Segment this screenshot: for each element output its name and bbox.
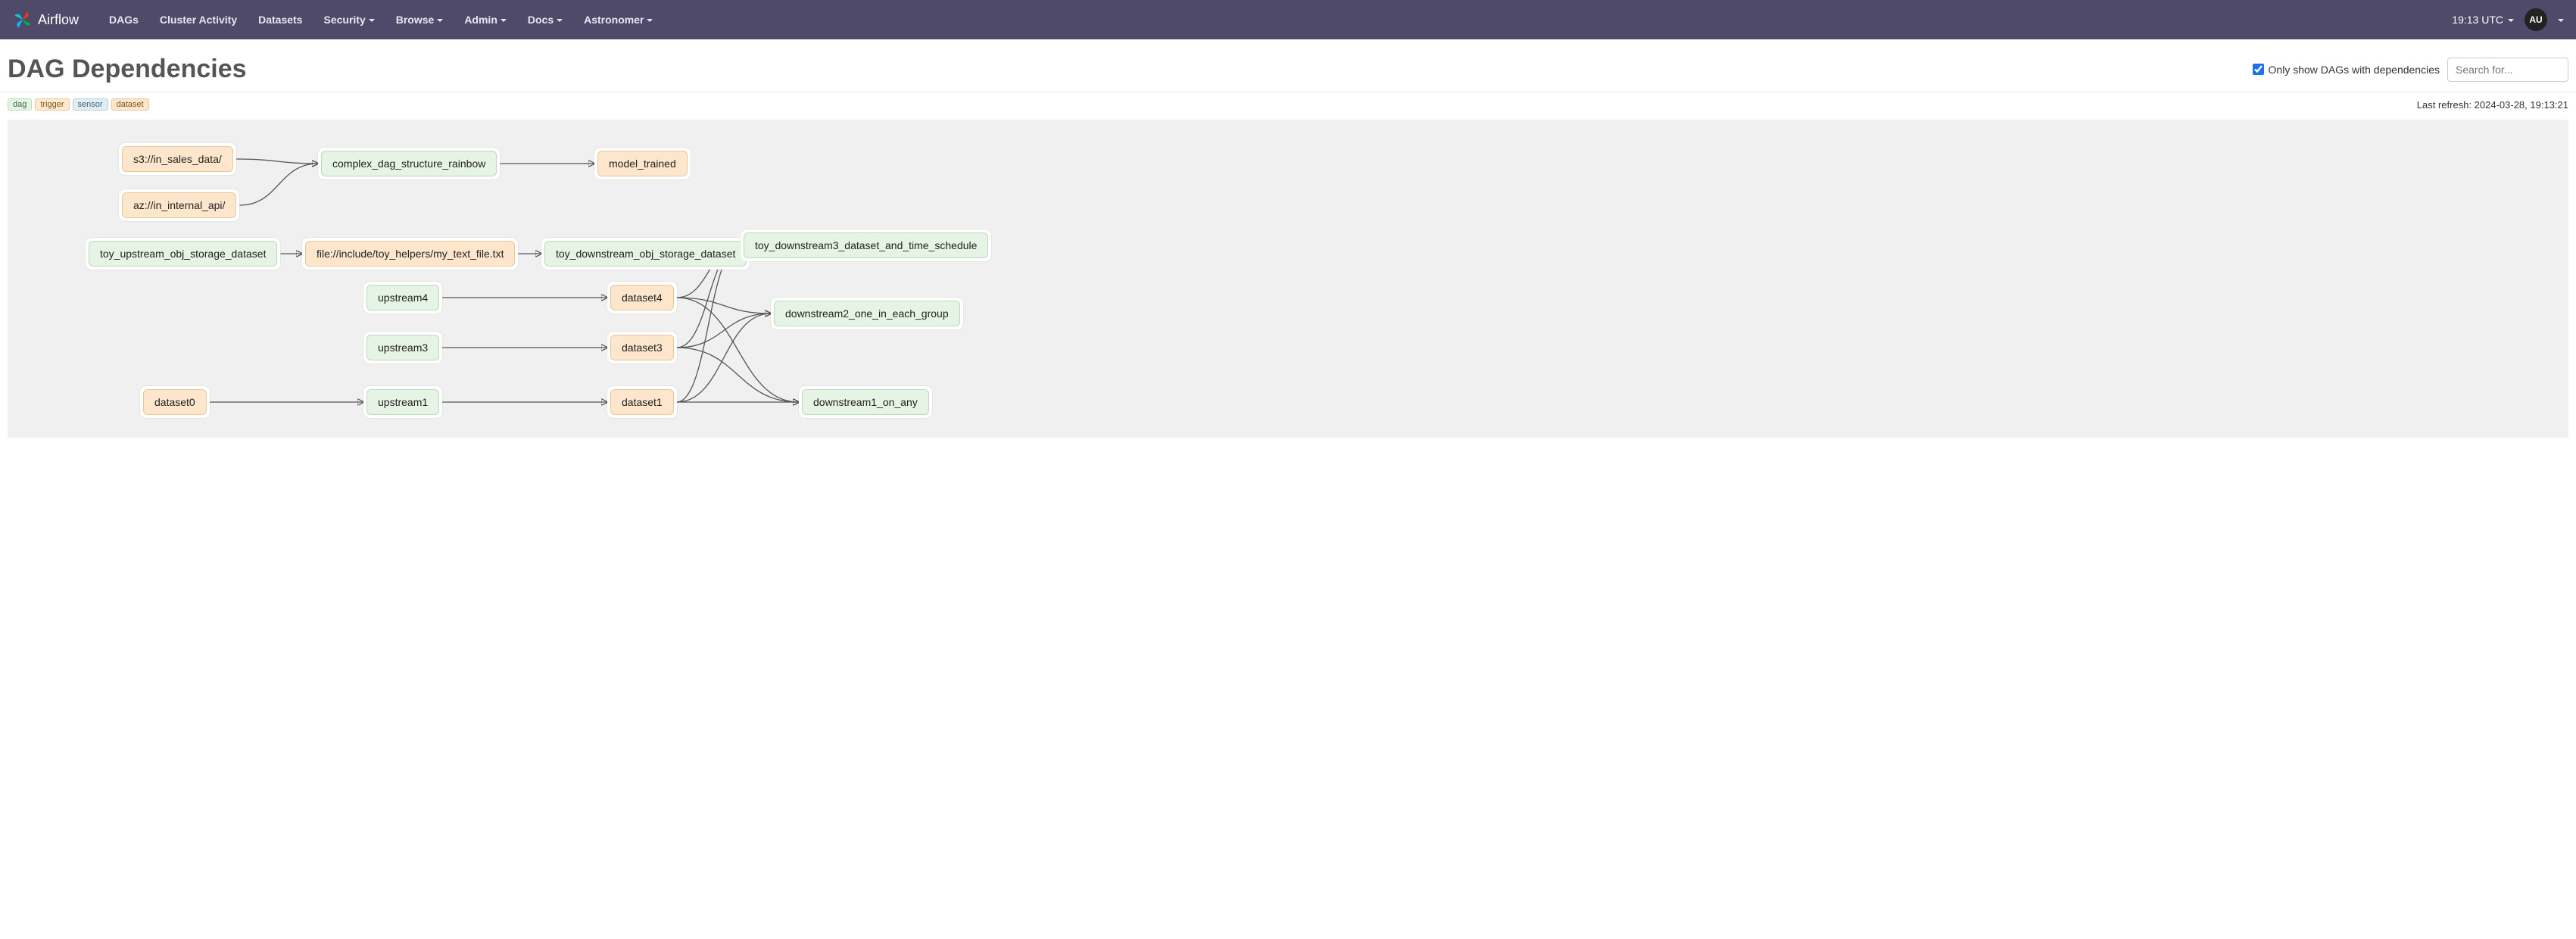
graph-node[interactable]: complex_dag_structure_rainbow <box>318 148 500 179</box>
graph-node-label: dataset1 <box>610 389 674 415</box>
legend-chip-dataset[interactable]: dataset <box>111 98 149 111</box>
graph-node-label: downstream2_one_in_each_group <box>774 301 960 326</box>
graph-node-label: dataset4 <box>610 285 674 310</box>
nav-item-datasets[interactable]: Datasets <box>248 8 313 32</box>
chevron-down-icon <box>501 19 507 22</box>
graph-node-label: dataset3 <box>610 335 674 360</box>
page-header: DAG Dependencies Only show DAGs with dep… <box>0 39 2576 92</box>
graph-node-label: toy_upstream_obj_storage_dataset <box>89 241 277 267</box>
page-title: DAG Dependencies <box>8 55 247 84</box>
graph-node-label: model_trained <box>597 151 688 176</box>
header-controls: Only show DAGs with dependencies <box>2253 58 2568 82</box>
legend-chip-sensor[interactable]: sensor <box>73 98 108 111</box>
graph-node-label: toy_downstream_obj_storage_dataset <box>544 241 747 267</box>
graph-node[interactable]: upstream1 <box>363 386 442 418</box>
graph-node-label: az://in_internal_api/ <box>122 192 236 218</box>
only-deps-label: Only show DAGs with dependencies <box>2269 64 2440 76</box>
last-refresh: Last refresh: 2024-03-28, 19:13:21 <box>2417 99 2568 111</box>
graph-node[interactable]: dataset4 <box>607 282 677 314</box>
graph-node-label: downstream1_on_any <box>802 389 929 415</box>
graph-node[interactable]: upstream3 <box>363 332 442 363</box>
graph-node-label: toy_downstream3_dataset_and_time_schedul… <box>744 232 988 258</box>
graph-node-label: upstream3 <box>366 335 439 360</box>
graph-node[interactable]: dataset0 <box>140 386 210 418</box>
only-deps-checkbox[interactable] <box>2253 64 2264 75</box>
graph-node[interactable]: dataset1 <box>607 386 677 418</box>
nav-item-docs[interactable]: Docs <box>517 8 573 32</box>
time-display[interactable]: 19:13 UTC <box>2452 14 2514 26</box>
graph-node[interactable]: toy_downstream_obj_storage_dataset <box>541 238 750 270</box>
legend-chips: dagtrigger sensordataset <box>8 98 149 111</box>
nav-item-security[interactable]: Security <box>313 8 385 32</box>
graph-node[interactable]: az://in_internal_api/ <box>119 189 239 221</box>
legend-chip-trigger[interactable]: trigger <box>35 98 69 111</box>
chevron-down-icon <box>369 19 375 22</box>
graph-node[interactable]: dataset3 <box>607 332 677 363</box>
graph-node[interactable]: downstream2_one_in_each_group <box>771 298 963 329</box>
graph-node[interactable]: s3://in_sales_data/ <box>119 143 236 175</box>
graph-node[interactable]: toy_downstream3_dataset_and_time_schedul… <box>741 229 991 261</box>
nav-item-admin[interactable]: Admin <box>454 8 517 32</box>
nav-item-dags[interactable]: DAGs <box>98 8 149 32</box>
airflow-logo[interactable]: Airflow <box>12 9 79 30</box>
chevron-down-icon <box>2508 19 2514 22</box>
graph-node-label: dataset0 <box>143 389 207 415</box>
avatar[interactable]: AU <box>2525 8 2547 31</box>
chevron-down-icon <box>437 19 443 22</box>
graph-node-label: file://include/toy_helpers/my_text_file.… <box>305 241 515 267</box>
nav-item-browse[interactable]: Browse <box>385 8 454 32</box>
nav-item-cluster-activity[interactable]: Cluster Activity <box>149 8 248 32</box>
graph-node-label: s3://in_sales_data/ <box>122 146 233 172</box>
pinwheel-icon <box>12 9 33 30</box>
chevron-down-icon <box>647 19 653 22</box>
nav-item-astronomer[interactable]: Astronomer <box>573 8 663 32</box>
graph-node[interactable]: toy_upstream_obj_storage_dataset <box>86 238 280 270</box>
search-input[interactable] <box>2447 58 2568 82</box>
only-deps-checkbox-wrap[interactable]: Only show DAGs with dependencies <box>2253 64 2440 76</box>
top-navbar: Airflow DAGsCluster ActivityDatasetsSecu… <box>0 0 2576 39</box>
graph-canvas[interactable]: s3://in_sales_data/az://in_internal_api/… <box>8 120 2568 438</box>
nav-right: 19:13 UTC AU <box>2452 8 2564 31</box>
graph-node[interactable]: downstream1_on_any <box>799 386 932 418</box>
legend-chip-dag[interactable]: dag <box>8 98 32 111</box>
brand-text: Airflow <box>38 12 79 28</box>
graph-node-label: upstream4 <box>366 285 439 310</box>
graph-node-label: upstream1 <box>366 389 439 415</box>
legend-row: dagtrigger sensordataset Last refresh: 20… <box>0 92 2576 117</box>
graph-node[interactable]: file://include/toy_helpers/my_text_file.… <box>302 238 518 270</box>
graph-node-label: complex_dag_structure_rainbow <box>321 151 497 176</box>
chevron-down-icon <box>557 19 563 22</box>
graph-node[interactable]: upstream4 <box>363 282 442 314</box>
nav-items: DAGsCluster ActivityDatasetsSecurityBrow… <box>98 8 2452 32</box>
graph-node[interactable]: model_trained <box>594 148 691 179</box>
time-text: 19:13 UTC <box>2452 14 2503 26</box>
chevron-down-icon[interactable] <box>2558 19 2564 22</box>
